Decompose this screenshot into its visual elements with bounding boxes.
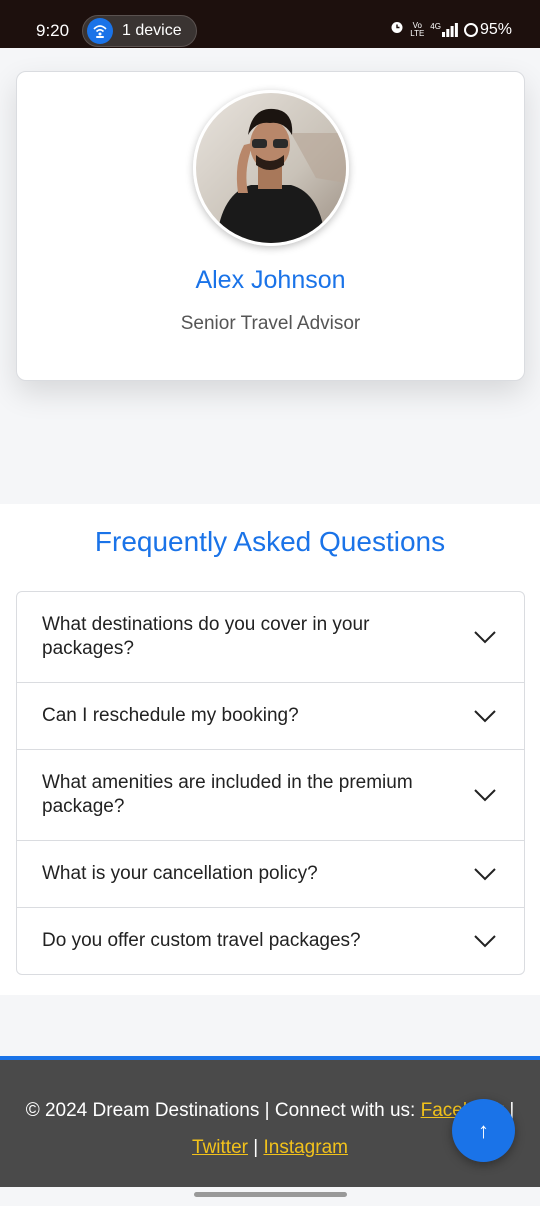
faq-question: What destinations do you cover in your p… <box>42 614 370 659</box>
scroll-to-top-button[interactable]: ↑ <box>452 1099 515 1162</box>
chevron-down-icon <box>474 710 496 723</box>
chevron-down-icon <box>474 789 496 802</box>
twitter-link[interactable]: Twitter <box>192 1137 248 1158</box>
signal-icon: 4G <box>430 22 458 37</box>
faq-list: What destinations do you cover in your p… <box>16 591 525 975</box>
faq-title: Frequently Asked Questions <box>94 526 446 557</box>
profile-role: Senior Travel Advisor <box>180 313 361 334</box>
battery-icon <box>463 22 478 37</box>
arrow-up-icon: ↑ <box>478 1117 489 1143</box>
faq-item[interactable]: What destinations do you cover in your p… <box>17 592 524 683</box>
home-indicator[interactable] <box>194 1192 347 1197</box>
alarm-icon <box>390 20 404 39</box>
footer-separator: | <box>253 1137 259 1158</box>
footer-copyright: © 2024 Dream Destinations | Connect with… <box>25 1100 416 1121</box>
faq-item[interactable]: What is your cancellation policy? <box>17 841 524 908</box>
profile-name: Alex Johnson <box>195 266 346 294</box>
status-time: 9:20 <box>36 21 70 40</box>
faq-item[interactable]: Can I reschedule my booking? <box>17 683 524 750</box>
faq-question: Do you offer custom travel packages? <box>42 930 361 951</box>
instagram-link[interactable]: Instagram <box>263 1137 347 1158</box>
hotspot-device-pill[interactable]: 1 device <box>82 15 197 47</box>
hotspot-icon <box>87 18 113 44</box>
status-icons: Vo LTE 4G 95% <box>390 20 512 39</box>
profile-card: Alex Johnson Senior Travel Advisor <box>16 71 525 381</box>
chevron-down-icon <box>474 631 496 644</box>
faq-question: Can I reschedule my booking? <box>42 705 299 726</box>
device-count-label: 1 device <box>122 22 182 39</box>
status-bar: 9:20 1 device Vo LTE 4G 95% <box>0 0 540 48</box>
faq-item[interactable]: What amenities are included in the premi… <box>17 750 524 841</box>
faq-question: What is your cancellation policy? <box>42 863 318 884</box>
chevron-down-icon <box>474 935 496 948</box>
volte-indicator: Vo LTE <box>410 20 425 38</box>
faq-item[interactable]: Do you offer custom travel packages? <box>17 908 524 974</box>
faq-section: Frequently Asked Questions What destinat… <box>0 504 540 995</box>
battery-percent: 95% <box>479 20 512 38</box>
profile-avatar <box>193 90 349 246</box>
faq-question: What amenities are included in the premi… <box>42 772 413 817</box>
chevron-down-icon <box>474 868 496 881</box>
